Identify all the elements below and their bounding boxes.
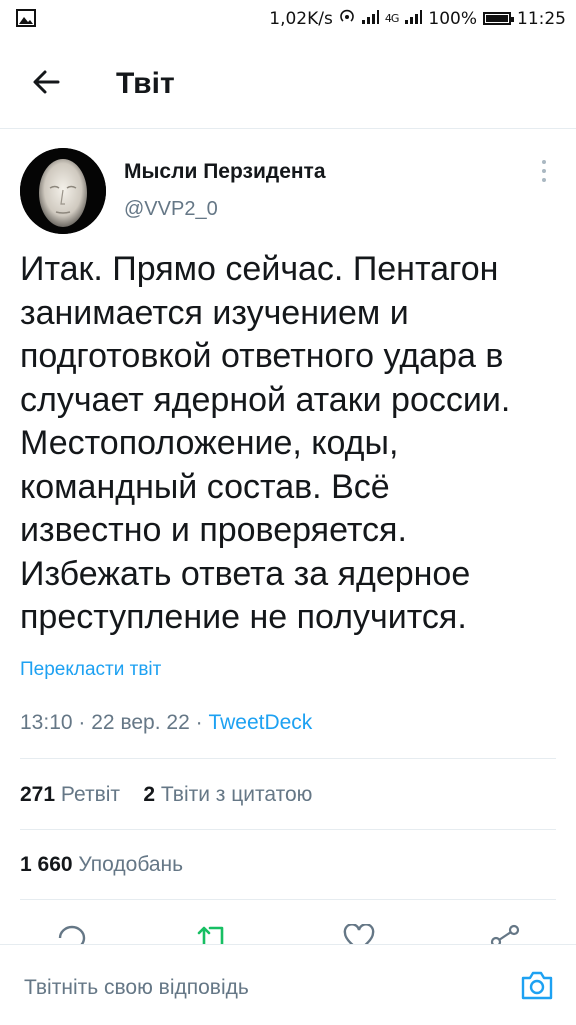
stats-row: 271 Ретвіт 2 Твіти з цитатою bbox=[20, 783, 312, 807]
author-name[interactable]: Мысли Перзидента bbox=[124, 160, 326, 184]
tweet-meta: 13:10 · 22 вер. 22 · TweetDeck bbox=[20, 711, 312, 735]
retweet-icon[interactable] bbox=[196, 924, 232, 944]
tweet-text: Итак. Прямо сейчас. Пентагон занимается … bbox=[20, 250, 511, 636]
reply-icon[interactable] bbox=[56, 924, 88, 944]
divider bbox=[20, 829, 556, 830]
back-arrow-icon[interactable] bbox=[28, 64, 64, 100]
retweets-count: 271 bbox=[20, 783, 56, 806]
quotes-label: Твіти з цитатою bbox=[160, 783, 313, 806]
page-title: Твіт bbox=[116, 67, 175, 100]
tweet-time: 13:10 bbox=[20, 711, 73, 734]
reply-input[interactable] bbox=[22, 971, 496, 1005]
likes-row: 1 660 Уподобань bbox=[20, 853, 183, 877]
quotes-stat[interactable]: 2 Твіти з цитатою bbox=[143, 783, 312, 806]
translate-tweet-link[interactable]: Перекласти твіт bbox=[20, 659, 161, 681]
retweets-stat[interactable]: 271 Ретвіт bbox=[20, 783, 120, 806]
tweet-source-link[interactable]: TweetDeck bbox=[208, 711, 312, 734]
clock: 11:25 bbox=[517, 8, 566, 29]
avatar[interactable] bbox=[20, 148, 106, 234]
network-type: 4G bbox=[384, 12, 399, 25]
like-icon[interactable] bbox=[342, 923, 376, 944]
tweet-date: 22 вер. 22 bbox=[91, 711, 190, 734]
retweets-label: Ретвіт bbox=[60, 783, 121, 806]
signal-icon bbox=[361, 9, 379, 29]
battery-percent: 100% bbox=[428, 8, 477, 29]
battery-icon bbox=[483, 12, 514, 25]
divider bbox=[20, 758, 556, 759]
divider bbox=[20, 899, 556, 900]
header: Твіт bbox=[0, 38, 576, 129]
likes-stat[interactable]: 1 660 Уподобань bbox=[20, 853, 183, 876]
tweet-actions bbox=[0, 918, 576, 944]
likes-count: 1 660 bbox=[20, 853, 73, 876]
share-icon[interactable] bbox=[488, 924, 522, 944]
network-speed: 1,02K/s bbox=[269, 8, 333, 29]
quotes-count: 2 bbox=[143, 783, 156, 806]
hotspot-icon bbox=[339, 8, 355, 29]
image-notification-icon bbox=[16, 9, 36, 32]
camera-icon[interactable] bbox=[520, 969, 554, 1001]
meta-separator-2: · bbox=[195, 711, 203, 734]
signal-icon-2 bbox=[404, 9, 423, 29]
meta-separator: · bbox=[78, 711, 86, 734]
status-bar: 1,02K/s 4G 100% 11:25 bbox=[0, 0, 576, 38]
reply-bar bbox=[0, 944, 576, 1025]
likes-label: Уподобань bbox=[78, 853, 184, 876]
author-handle[interactable]: @VVP2_0 bbox=[124, 198, 218, 221]
more-options-icon[interactable] bbox=[538, 160, 550, 186]
